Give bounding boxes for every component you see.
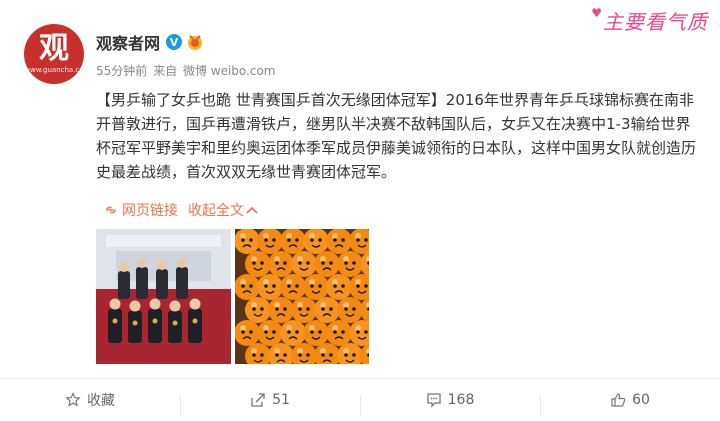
chevron-up-icon[interactable] [246,206,258,214]
ping-pong-balls-graphic [235,229,369,364]
svg-text:V: V [170,36,179,49]
avatar-site: www.guancha.cn [24,65,84,74]
post-meta: 55分钟前 来自 微博 weibo.com [96,62,278,79]
favorite-label: 收藏 [87,393,115,409]
comment-count: 168 [447,392,475,408]
repost-button[interactable]: 51 [180,392,360,416]
verified-icon: V [166,34,183,50]
collapse-link[interactable]: 收起全文 [188,200,244,220]
member-badge-icon[interactable] [186,33,204,51]
post-text: 【男乒输了女乒也跪 世青赛国乒首次无缘团体冠军】2016年世界青年乒乓球锦标赛在… [96,88,696,184]
post-links: 网页链接 收起全文 [104,200,258,220]
via-label: 来自 [153,64,178,78]
post-topic: 【男乒输了女乒也跪 世青赛国乒首次无缘团体冠军】 [96,91,446,109]
comment-button[interactable]: 168 [360,392,540,416]
post-source[interactable]: 微博 weibo.com [183,64,276,78]
avatar[interactable]: 观 www.guancha.cn [24,24,84,84]
avatar-glyph: 观 [39,30,69,66]
team-photo-graphic [96,229,231,364]
heart-icon: ♥ [591,6,603,20]
link-icon [106,206,116,214]
favorite-button[interactable]: 收藏 [0,390,180,410]
ping-pong-balls-photo[interactable] [235,229,369,364]
team-photo[interactable] [96,229,231,364]
repost-count: 51 [272,392,290,408]
repost-icon [251,393,265,407]
watermark-text: 主要看气质 [603,10,708,34]
watermark: ♥主要看气质 [591,6,708,35]
webpage-link[interactable]: 网页链接 [122,200,178,220]
post-time[interactable]: 55分钟前 [96,64,147,78]
author-name[interactable]: 观察者网 [96,30,160,54]
star-icon [65,392,81,407]
comment-icon [426,393,441,408]
thumbs-up-icon [611,393,626,407]
like-count: 60 [632,392,650,408]
weibo-post-card: 观 www.guancha.cn 观察者网 V 55分钟前 来自 微博 weib… [0,0,720,420]
author-row: 观察者网 V [96,30,204,54]
like-button[interactable]: 60 [540,392,720,416]
action-bar: 收藏 51 168 60 [0,378,720,421]
